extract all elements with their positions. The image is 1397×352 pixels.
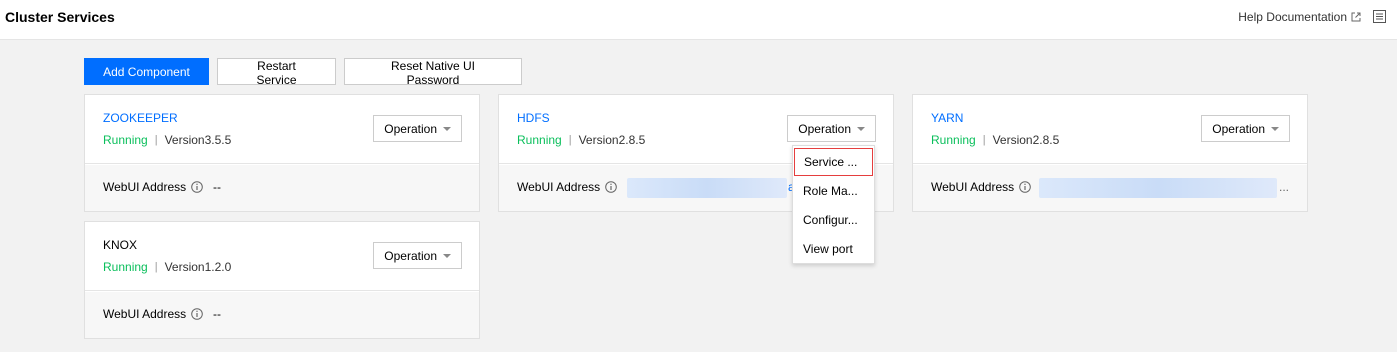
version-text: Version1.2.0 (164, 260, 232, 274)
webui-label-text: WebUI Address (517, 180, 601, 194)
version-text: Version2.8.5 (578, 133, 646, 147)
webui-address-value: -- (213, 180, 221, 194)
action-toolbar: Add Component Restart Service Reset Nati… (84, 58, 522, 87)
info-icon[interactable] (1019, 181, 1031, 193)
list-icon[interactable] (1373, 10, 1386, 23)
webui-address-label: WebUI Address (103, 307, 203, 321)
operation-label: Operation (384, 121, 437, 136)
operation-label: Operation (1212, 121, 1265, 136)
service-status-line: Running | Version2.8.5 (517, 133, 645, 147)
service-name-link[interactable]: ZOOKEEPER (103, 111, 178, 125)
service-card-zookeeper: ZOOKEEPER Running | Version3.5.5 Operati… (84, 94, 480, 212)
status-separator: | (154, 134, 158, 146)
top-bar: Cluster Services Help Documentation (0, 0, 1397, 40)
service-card-knox: KNOX Running | Version1.2.0 Operation We… (84, 221, 480, 339)
webui-address-ellipsis: ... (1279, 180, 1290, 194)
card-footer: WebUI Address -- (85, 292, 479, 338)
service-status-line: Running | Version1.2.0 (103, 260, 231, 274)
add-component-button[interactable]: Add Component (84, 58, 209, 85)
info-icon[interactable] (191, 181, 203, 193)
info-icon[interactable] (605, 181, 617, 193)
webui-label-text: WebUI Address (103, 180, 187, 194)
status-separator: | (154, 261, 158, 273)
service-name-link[interactable]: YARN (931, 111, 963, 125)
page-title: Cluster Services (5, 9, 115, 25)
operation-dropdown-button[interactable]: Operation (787, 115, 876, 142)
webui-address-value: -- (213, 307, 221, 321)
chevron-down-icon (443, 126, 451, 131)
status-separator: | (982, 134, 986, 146)
webui-address-link-redacted[interactable] (627, 178, 787, 198)
card-footer: WebUI Address ... (913, 165, 1307, 211)
webui-address-label: WebUI Address (517, 180, 617, 194)
operation-dropdown-button[interactable]: Operation (373, 115, 462, 142)
status-text: Running (103, 260, 148, 274)
menu-item-role-management[interactable]: Role Ma... (793, 177, 874, 205)
status-separator: | (568, 134, 572, 146)
card-header: YARN Running | Version2.8.5 Operation (913, 95, 1307, 164)
operation-label: Operation (384, 248, 437, 263)
chevron-down-icon (857, 126, 865, 131)
help-documentation-link[interactable]: Help Documentation (1238, 10, 1361, 24)
card-footer: WebUI Address -- (85, 165, 479, 211)
status-text: Running (103, 133, 148, 147)
status-text: Running (517, 133, 562, 147)
webui-label-text: WebUI Address (103, 307, 187, 321)
operation-label: Operation (798, 121, 851, 136)
operation-dropdown-menu: Service ... Role Ma... Configur... View … (792, 145, 875, 264)
operation-dropdown-button[interactable]: Operation (373, 242, 462, 269)
card-header: KNOX Running | Version1.2.0 Operation (85, 222, 479, 291)
service-card-yarn: YARN Running | Version2.8.5 Operation We… (912, 94, 1308, 212)
restart-service-button[interactable]: Restart Service (217, 58, 336, 87)
webui-address-label: WebUI Address (103, 180, 203, 194)
menu-item-view-port[interactable]: View port (793, 235, 874, 263)
reset-native-ui-password-button[interactable]: Reset Native UI Password (344, 58, 522, 87)
service-status-line: Running | Version3.5.5 (103, 133, 231, 147)
info-icon[interactable] (191, 308, 203, 320)
menu-item-service-management[interactable]: Service ... (794, 148, 873, 176)
chevron-down-icon (1271, 126, 1279, 131)
help-documentation-label: Help Documentation (1238, 10, 1347, 24)
menu-item-configuration[interactable]: Configur... (793, 206, 874, 234)
card-header: ZOOKEEPER Running | Version3.5.5 Operati… (85, 95, 479, 164)
webui-address-label: WebUI Address (931, 180, 1031, 194)
chevron-down-icon (443, 253, 451, 258)
version-text: Version3.5.5 (164, 133, 232, 147)
service-name: KNOX (103, 238, 138, 252)
operation-dropdown-button[interactable]: Operation (1201, 115, 1290, 142)
service-name-link[interactable]: HDFS (517, 111, 550, 125)
webui-label-text: WebUI Address (931, 180, 1015, 194)
status-text: Running (931, 133, 976, 147)
version-text: Version2.8.5 (992, 133, 1060, 147)
webui-address-link-redacted[interactable] (1039, 178, 1277, 198)
external-link-icon (1351, 12, 1361, 22)
service-status-line: Running | Version2.8.5 (931, 133, 1059, 147)
